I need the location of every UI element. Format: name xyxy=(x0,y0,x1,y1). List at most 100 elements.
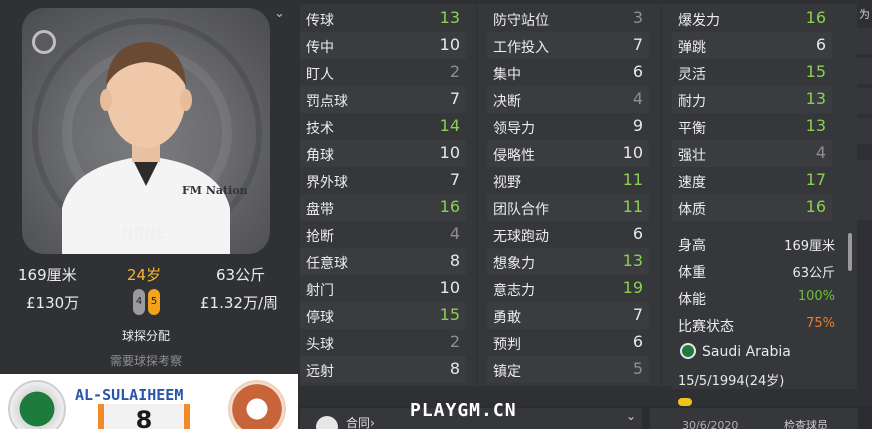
attribute-name: 耐力 xyxy=(678,94,706,110)
attribute-row[interactable]: 意志力 19 xyxy=(487,275,649,302)
contract-date: 30/6/2020 xyxy=(682,419,739,429)
attribute-value: 6 xyxy=(632,224,643,243)
attribute-row[interactable]: 传中 10 xyxy=(300,32,466,59)
attribute-row[interactable]: 领导力 9 xyxy=(487,113,649,140)
attribute-name: 集中 xyxy=(493,67,521,83)
info-label: 身高 xyxy=(678,238,706,254)
attribute-value: 16 xyxy=(805,197,826,216)
info-row-height: 身高 169厘米 xyxy=(678,230,843,257)
warning-icon xyxy=(678,398,692,406)
column-divider xyxy=(476,4,477,386)
attribute-value: 13 xyxy=(805,116,826,135)
flag-icon xyxy=(680,343,696,359)
attribute-name: 传球 xyxy=(306,13,334,29)
chevron-down-icon[interactable]: ⌄ xyxy=(626,409,636,423)
attribute-row[interactable]: 停球 15 xyxy=(300,302,466,329)
attribute-row[interactable]: 头球 2 xyxy=(300,329,466,356)
attribute-name: 角球 xyxy=(306,148,334,164)
attribute-value: 15 xyxy=(805,62,826,81)
pin-icon[interactable] xyxy=(32,30,56,54)
attribute-row[interactable]: 想象力 13 xyxy=(487,248,649,275)
info-label: 比赛状态 xyxy=(678,319,734,335)
attribute-value: 11 xyxy=(622,197,643,216)
attribute-value: 6 xyxy=(632,332,643,351)
attribute-row[interactable]: 技术 14 xyxy=(300,113,466,140)
attribute-name: 工作投入 xyxy=(493,40,549,56)
attribute-row[interactable]: 灵活 15 xyxy=(672,59,832,86)
info-scrollbar[interactable] xyxy=(848,233,852,271)
attribute-row[interactable]: 视野 11 xyxy=(487,167,649,194)
attribute-row[interactable]: 决断 4 xyxy=(487,86,649,113)
attribute-name: 视野 xyxy=(493,175,521,191)
attribute-row[interactable]: 传球 13 xyxy=(300,5,466,32)
bio-wage: £1.32万/周 xyxy=(200,294,278,312)
attribute-row[interactable]: 盯人 2 xyxy=(300,59,466,86)
club-crest-icon[interactable] xyxy=(228,380,286,429)
attribute-row[interactable]: 预判 6 xyxy=(487,329,649,356)
attribute-row[interactable]: 远射 8 xyxy=(300,356,466,383)
attribute-row[interactable]: 弹跳 6 xyxy=(672,32,832,59)
attribute-name: 罚点球 xyxy=(306,94,348,110)
check-player-button[interactable]: 检查球员 xyxy=(784,417,828,429)
attribute-value: 3 xyxy=(632,8,643,27)
attribute-value: 15 xyxy=(439,305,460,324)
attribute-value: 11 xyxy=(622,170,643,189)
scout-assign-link[interactable]: 球探分配 xyxy=(0,327,292,344)
attribute-row[interactable]: 强壮 4 xyxy=(672,140,832,167)
chevron-down-icon[interactable]: ⌄ xyxy=(274,6,285,21)
attribute-name: 镇定 xyxy=(493,364,521,380)
attribute-name: 决断 xyxy=(493,94,521,110)
edge-label: 为 xyxy=(859,8,870,21)
date-of-birth: 15/5/1994(24岁) xyxy=(678,374,785,389)
attribute-value: 16 xyxy=(439,197,460,216)
attribute-name: 灵活 xyxy=(678,67,706,83)
attribute-row[interactable]: 角球 10 xyxy=(300,140,466,167)
attribute-row[interactable]: 速度 17 xyxy=(672,167,832,194)
attribute-value: 9 xyxy=(632,116,643,135)
attribute-name: 领导力 xyxy=(493,121,535,137)
attribute-name: 抢断 xyxy=(306,229,334,245)
attribute-row[interactable]: 镇定 5 xyxy=(487,356,649,383)
attribute-name: 技术 xyxy=(306,121,334,137)
attribute-row[interactable]: 罚点球 7 xyxy=(300,86,466,113)
attribute-value: 10 xyxy=(439,35,460,54)
column-divider xyxy=(661,4,662,386)
contract-label[interactable]: 合同› xyxy=(346,414,375,429)
attribute-row[interactable]: 防守站位 3 xyxy=(487,5,649,32)
attribute-value: 10 xyxy=(439,278,460,297)
attribute-row[interactable]: 无球跑动 6 xyxy=(487,221,649,248)
attribute-row[interactable]: 爆发力 16 xyxy=(672,5,832,32)
club-name[interactable]: AL-SULAIHEEM xyxy=(75,386,183,404)
nationality[interactable]: Saudi Arabia xyxy=(680,343,791,360)
attribute-row[interactable]: 集中 6 xyxy=(487,59,649,86)
attribute-row[interactable]: 界外球 7 xyxy=(300,167,466,194)
attribute-value: 10 xyxy=(622,143,643,162)
attribute-row[interactable]: 勇敢 7 xyxy=(487,302,649,329)
attribute-row[interactable]: 盘带 16 xyxy=(300,194,466,221)
contract-text: 合同 xyxy=(346,416,371,429)
info-value: 75% xyxy=(806,316,835,331)
attribute-value: 6 xyxy=(632,62,643,81)
attribute-row[interactable]: 耐力 13 xyxy=(672,86,832,113)
info-row-weight: 体重 63公斤 xyxy=(678,257,843,284)
attribute-value: 19 xyxy=(622,278,643,297)
attribute-row[interactable]: 团队合作 11 xyxy=(487,194,649,221)
attribute-row[interactable]: 体质 16 xyxy=(672,194,832,221)
attribute-value: 2 xyxy=(449,62,460,81)
attribute-value: 13 xyxy=(805,89,826,108)
attribute-row[interactable]: 射门 10 xyxy=(300,275,466,302)
attribute-value: 16 xyxy=(805,8,826,27)
attribute-name: 体质 xyxy=(678,202,706,218)
bio-weight: 63公斤 xyxy=(216,266,266,284)
attribute-row[interactable]: 工作投入 7 xyxy=(487,32,649,59)
shirt-icon: 8 xyxy=(98,404,190,429)
right-foot-rating: 5 xyxy=(148,289,160,315)
attribute-row[interactable]: 平衡 13 xyxy=(672,113,832,140)
nation-badge-icon[interactable] xyxy=(8,380,66,429)
player-profile-panel: FM Nation ⌄ NONE 169厘米 24岁 63公斤 £130万 4 … xyxy=(0,0,298,429)
attribute-name: 团队合作 xyxy=(493,202,549,218)
attribute-row[interactable]: 任意球 8 xyxy=(300,248,466,275)
attribute-row[interactable]: 抢断 4 xyxy=(300,221,466,248)
attribute-name: 盘带 xyxy=(306,202,334,218)
attribute-row[interactable]: 侵略性 10 xyxy=(487,140,649,167)
